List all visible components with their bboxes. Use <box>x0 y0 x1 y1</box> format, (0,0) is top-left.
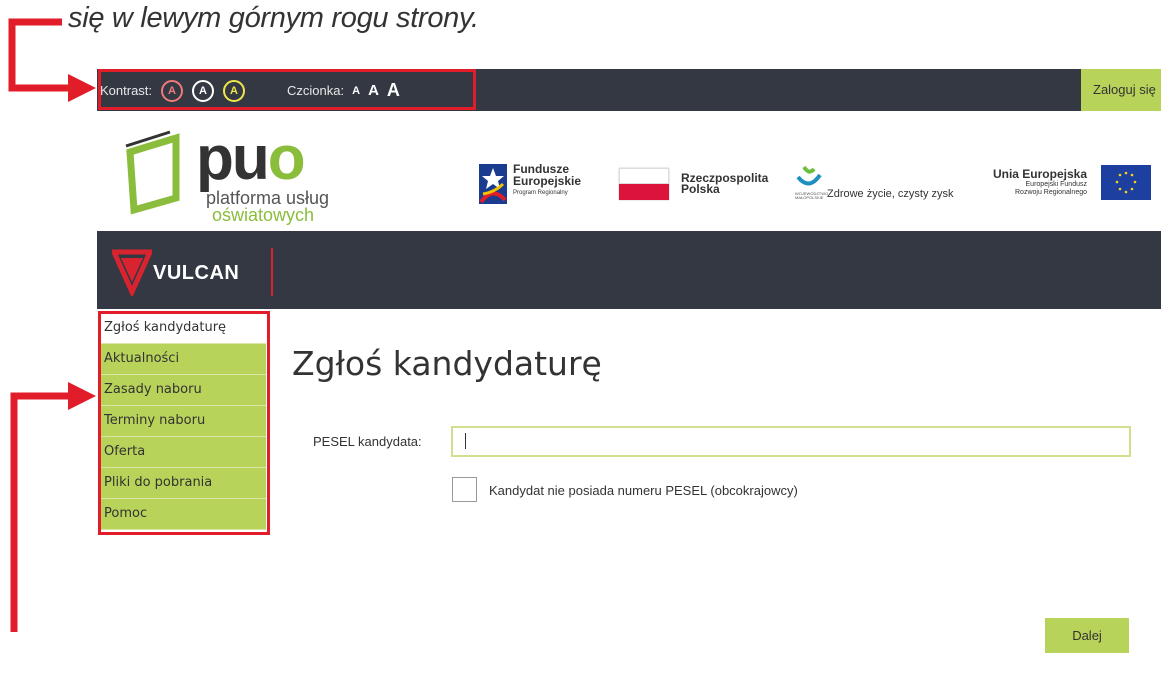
fe-subtitle: Program Regionalny <box>513 190 568 196</box>
puo-logo-text: puo <box>196 128 306 190</box>
vulcan-banner <box>97 231 1161 309</box>
puo-logo-text-b: o <box>267 124 306 193</box>
ue-sub2: Rozwoju Regionalnego <box>1015 189 1087 196</box>
text-caret <box>465 433 466 449</box>
ue-title: Unia Europejska <box>992 167 1087 181</box>
puo-logo-text-a: pu <box>196 124 270 193</box>
login-button[interactable]: Zaloguj się <box>1081 69 1161 111</box>
pesel-label: PESEL kandydata: <box>313 434 422 449</box>
polish-flag <box>619 168 669 200</box>
ue-text: Unia Europejska Europejski Fundusz Rozwo… <box>987 167 1087 197</box>
vulcan-logo-text: VULCAN <box>153 262 240 284</box>
vulcan-logo-icon <box>112 249 152 296</box>
left-arrow <box>10 392 70 632</box>
malopolska-slogan: Zdrowe życie, czysty zysk <box>827 188 954 200</box>
eu-flag <box>1101 165 1151 200</box>
top-arrowhead <box>68 74 96 102</box>
fe-title-line2: Europejskie <box>513 174 582 188</box>
fundusze-europejskie-logo <box>479 164 507 204</box>
vulcan-separator <box>271 248 273 296</box>
ue-sub1: Europejski Fundusz <box>1025 181 1087 188</box>
pesel-input[interactable] <box>451 426 1131 457</box>
puo-logo-sub2: oświatowych <box>212 205 315 225</box>
rp-text: Rzeczpospolita Polska <box>681 172 768 196</box>
no-pesel-checkbox[interactable] <box>452 477 477 502</box>
page-title: Zgłoś kandydaturę <box>292 344 602 383</box>
no-pesel-label: Kandydat nie posiada numeru PESEL (obcok… <box>489 483 798 498</box>
top-arrow <box>8 18 70 92</box>
left-arrowhead <box>68 382 96 410</box>
rp-line2: Polska <box>681 182 720 196</box>
highlight-accessibility-box <box>98 69 476 110</box>
malopolska-logo <box>796 165 822 186</box>
highlight-sidebar-box <box>98 311 270 535</box>
instruction-caption: się w lewym górnym rogu strony. <box>68 2 479 34</box>
fe-title: Fundusze Europejskie <box>513 163 581 187</box>
malopolska-sub: WOJEWÓDZTWO MAŁOPOLSKIE <box>795 191 829 200</box>
puo-logo-mark <box>125 130 180 215</box>
next-button[interactable]: Dalej <box>1045 618 1129 653</box>
